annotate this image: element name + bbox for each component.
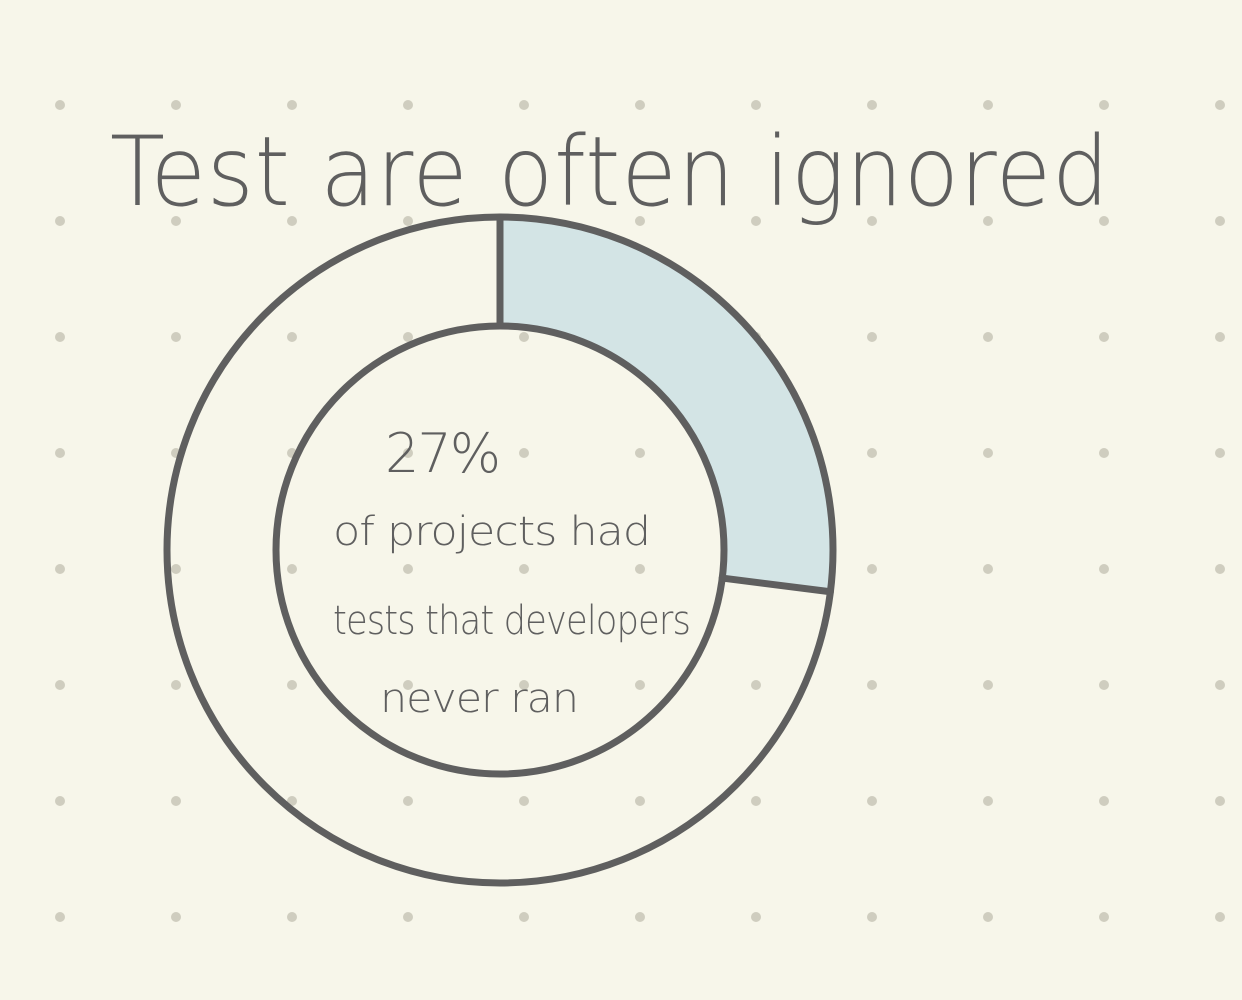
grid-dot [1099, 564, 1109, 574]
grid-dot [867, 912, 877, 922]
grid-dot [171, 796, 181, 806]
grid-dot [1099, 796, 1109, 806]
grid-dot [635, 796, 645, 806]
grid-dot [403, 100, 413, 110]
grid-dot [287, 680, 297, 690]
grid-dot [1099, 912, 1109, 922]
center-text-line-3: never ran [380, 676, 578, 722]
grid-dot [55, 216, 65, 226]
grid-dot [403, 796, 413, 806]
grid-dot [1215, 796, 1225, 806]
grid-dot [867, 680, 877, 690]
grid-dot [519, 448, 529, 458]
donut-chart: Test are often ignored 27% of projects h… [55, 100, 1225, 922]
grid-dot [867, 332, 877, 342]
chart-title: Test are often ignored [110, 116, 1110, 228]
grid-dot [983, 448, 993, 458]
grid-dot [1215, 216, 1225, 226]
grid-dot [867, 796, 877, 806]
grid-dot [55, 100, 65, 110]
grid-dot [519, 100, 529, 110]
grid-dot [983, 100, 993, 110]
grid-dot [519, 796, 529, 806]
grid-dot [751, 796, 761, 806]
grid-dot [1215, 680, 1225, 690]
grid-dot [1215, 912, 1225, 922]
grid-dot [55, 564, 65, 574]
grid-dot [287, 564, 297, 574]
grid-dot [171, 332, 181, 342]
grid-dot [287, 912, 297, 922]
center-text-line-1: of projects had [333, 509, 650, 555]
grid-dot [635, 680, 645, 690]
grid-dot [171, 680, 181, 690]
grid-dot [403, 564, 413, 574]
grid-dot [287, 332, 297, 342]
grid-dot [1099, 448, 1109, 458]
grid-dot [171, 100, 181, 110]
grid-dot [1215, 448, 1225, 458]
grid-dot [519, 332, 529, 342]
grid-dot [983, 796, 993, 806]
grid-dot [1215, 332, 1225, 342]
grid-dot [171, 564, 181, 574]
grid-dot [867, 448, 877, 458]
grid-dot [55, 680, 65, 690]
grid-dot [751, 680, 761, 690]
grid-dot [635, 564, 645, 574]
grid-dot [1215, 564, 1225, 574]
center-text-line-2: tests that developers [333, 598, 690, 644]
grid-dot [983, 564, 993, 574]
grid-dot [983, 332, 993, 342]
grid-dot [635, 100, 645, 110]
grid-dot [55, 796, 65, 806]
grid-dot [635, 448, 645, 458]
center-value: 27% [385, 422, 499, 485]
grid-dot [867, 564, 877, 574]
grid-dot [519, 564, 529, 574]
grid-dot [1099, 100, 1109, 110]
grid-dot [55, 912, 65, 922]
grid-dot [287, 100, 297, 110]
grid-dot [751, 100, 761, 110]
grid-dot [519, 912, 529, 922]
grid-dot [1099, 332, 1109, 342]
grid-dot [403, 912, 413, 922]
grid-dot [751, 912, 761, 922]
grid-dot [983, 912, 993, 922]
grid-dot [171, 912, 181, 922]
grid-dot [1215, 100, 1225, 110]
grid-dot [1099, 680, 1109, 690]
grid-dot [635, 912, 645, 922]
grid-dot [55, 332, 65, 342]
grid-dot [55, 448, 65, 458]
grid-dot [983, 680, 993, 690]
grid-dot [867, 100, 877, 110]
